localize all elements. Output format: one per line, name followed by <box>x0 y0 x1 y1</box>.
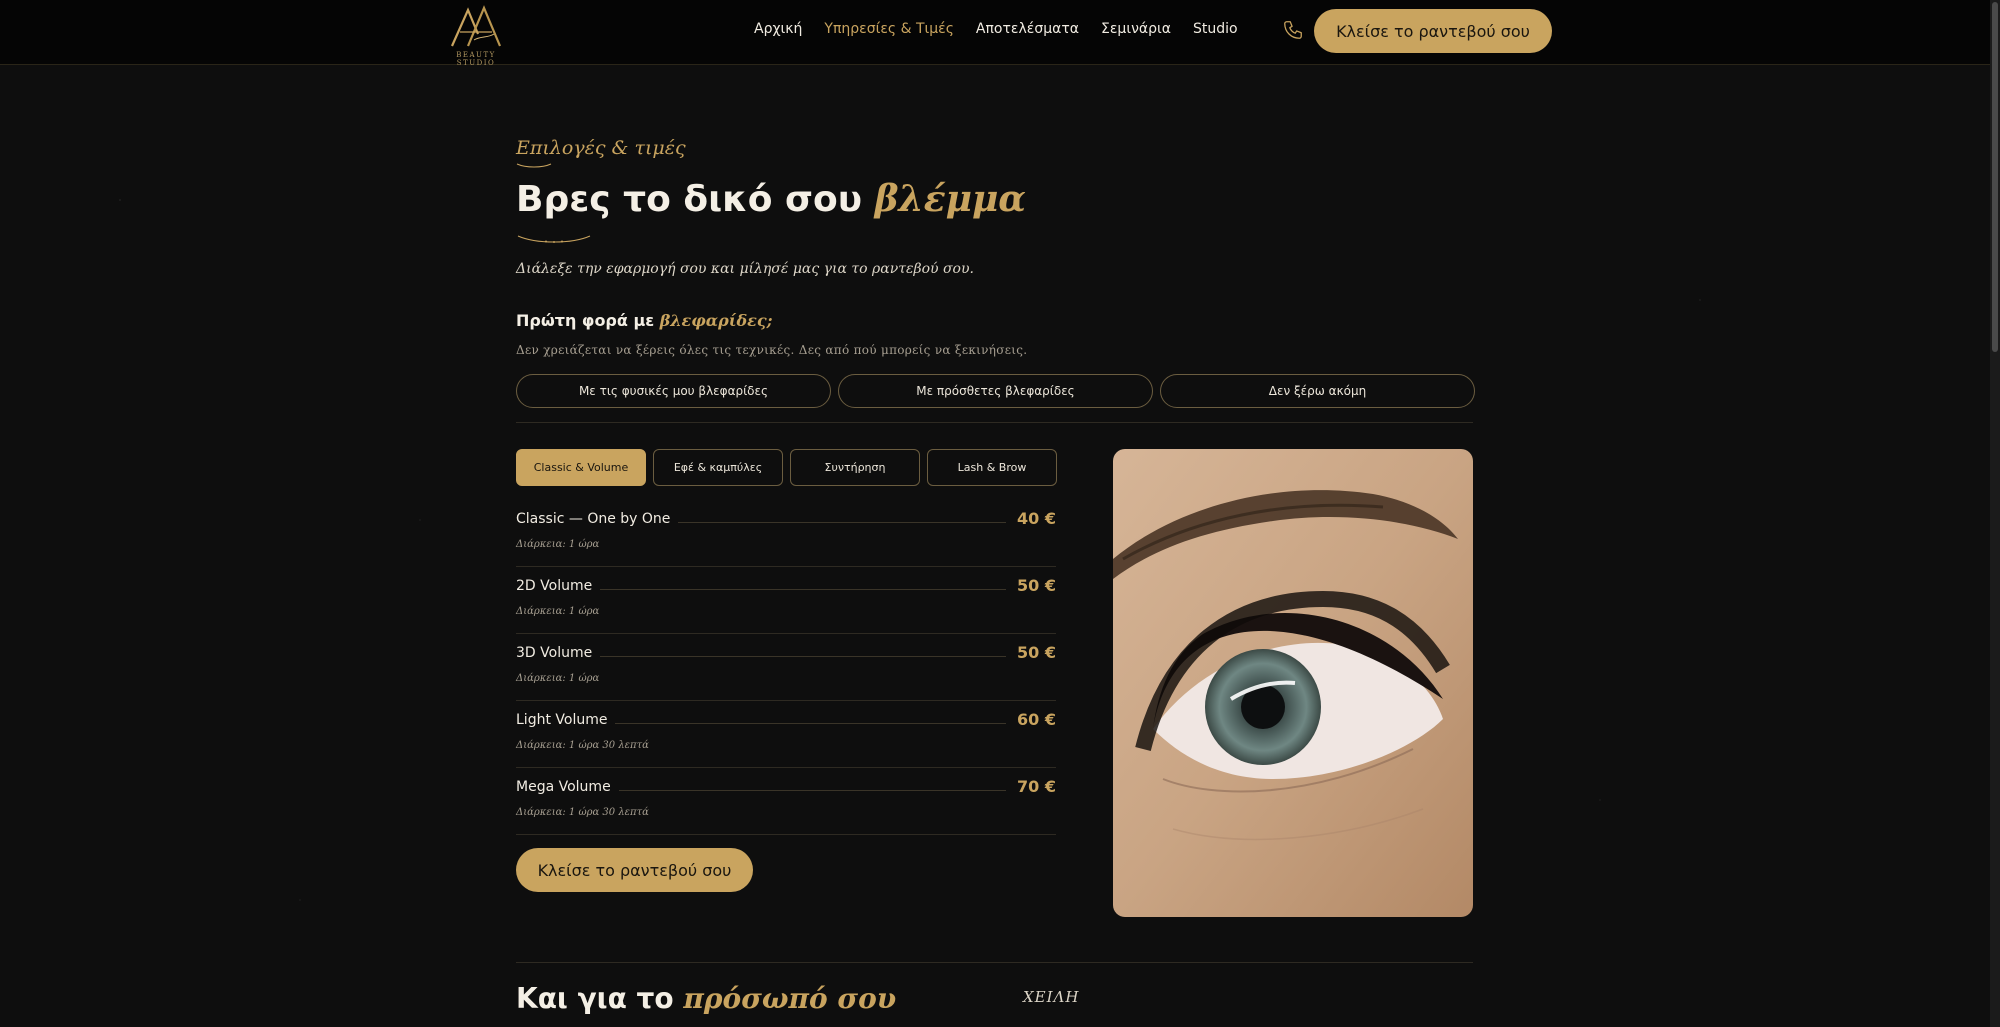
section-divider <box>516 962 1473 963</box>
service-duration: Διάρκεια: 1 ώρα <box>516 673 600 684</box>
nav-link-services-prices[interactable]: Υπηρεσίες & Τιμές <box>824 21 954 37</box>
option-natural-lashes[interactable]: Με τις φυσικές μου βλεφαρίδες <box>516 374 831 408</box>
nav-link-results[interactable]: Αποτελέσματα <box>976 21 1079 37</box>
service-price: 40 € <box>1009 509 1056 528</box>
top-navbar: BEAUTY STUDIO Αρχική Υπηρεσίες & Τιμές Α… <box>0 0 1990 67</box>
service-price: 70 € <box>1009 777 1056 796</box>
service-duration: Διάρκεια: 1 ώρα <box>516 539 600 550</box>
book-appointment-button[interactable]: Κλείσε το ραντεβού σου <box>516 848 753 892</box>
lips-category-label: ΧΕΙΛΗ <box>1023 988 1080 1006</box>
price-list: Classic — One by One 40 € Διάρκεια: 1 ώρ… <box>516 500 1056 835</box>
eye-closeup-image <box>1113 449 1473 917</box>
list-item: 2D Volume 50 € Διάρκεια: 1 ώρα <box>516 567 1056 634</box>
phone-icon[interactable] <box>1282 19 1304 41</box>
face-section-title: Και για το πρόσωπό σου <box>516 982 896 1015</box>
face-section-title-accent: πρόσωπό σου <box>683 982 897 1015</box>
service-name: Light Volume <box>516 712 616 728</box>
lash-extension-photo <box>1113 449 1473 917</box>
service-name: 3D Volume <box>516 645 601 661</box>
logo-monogram-icon <box>450 5 502 47</box>
tab-effects-curls[interactable]: Εφέ & καμπύλες <box>653 449 783 486</box>
face-section-title-main: Και για το <box>516 982 684 1015</box>
first-time-heading-main: Πρώτη φορά με <box>516 311 660 330</box>
list-item: Classic — One by One 40 € Διάρκεια: 1 ώρ… <box>516 500 1056 567</box>
section-eyebrow: Επιλογές & τιμές <box>516 137 686 159</box>
scrollbar-thumb[interactable] <box>1992 2 1998 352</box>
logo-subtitle: BEAUTY STUDIO <box>456 51 496 67</box>
eyebrow-underline-icon <box>516 163 552 168</box>
service-price: 50 € <box>1009 576 1056 595</box>
first-time-heading: Πρώτη φορά με βλεφαρίδες; <box>516 311 773 330</box>
title-ornament-icon <box>517 235 591 243</box>
page-title-accent: βλέμμα <box>874 178 1027 220</box>
service-duration: Διάρκεια: 1 ώρα 30 λεπτά <box>516 807 649 818</box>
first-time-options: Με τις φυσικές μου βλεφαρίδες Με πρόσθετ… <box>516 374 1475 408</box>
tab-lash-brow[interactable]: Lash & Brow <box>927 449 1057 486</box>
service-name: Classic — One by One <box>516 511 679 527</box>
tab-classic-volume[interactable]: Classic & Volume <box>516 449 646 486</box>
page-scrollbar[interactable] <box>1990 0 2000 1027</box>
nav-link-seminars[interactable]: Σεμινάρια <box>1101 21 1171 37</box>
service-tabs: Classic & Volume Εφέ & καμπύλες Συντήρησ… <box>516 449 1057 486</box>
list-item: Mega Volume 70 € Διάρκεια: 1 ώρα 30 λεπτ… <box>516 768 1056 835</box>
page-title-main: Βρες το δικό σου <box>516 179 875 220</box>
service-price: 60 € <box>1009 710 1056 729</box>
header-book-appointment-button[interactable]: Κλείσε το ραντεβού σου <box>1314 9 1552 53</box>
page-title: Βρες το δικό σου βλέμμα <box>516 178 1026 220</box>
list-item: Light Volume 60 € Διάρκεια: 1 ώρα 30 λεπ… <box>516 701 1056 768</box>
page-subtitle: Διάλεξε την εφαρμογή σου και μίλησέ μας … <box>516 261 974 277</box>
service-name: 2D Volume <box>516 578 601 594</box>
service-duration: Διάρκεια: 1 ώρα 30 λεπτά <box>516 740 649 751</box>
service-price: 50 € <box>1009 643 1056 662</box>
list-item: 3D Volume 50 € Διάρκεια: 1 ώρα <box>516 634 1056 701</box>
first-time-heading-accent: βλεφαρίδες; <box>659 311 773 330</box>
tab-maintenance[interactable]: Συντήρηση <box>790 449 920 486</box>
service-name: Mega Volume <box>516 779 619 795</box>
option-not-sure[interactable]: Δεν ξέρω ακόμη <box>1160 374 1475 408</box>
studio-logo[interactable]: BEAUTY STUDIO <box>438 4 514 67</box>
service-duration: Διάρκεια: 1 ώρα <box>516 606 600 617</box>
nav-link-studio[interactable]: Studio <box>1193 21 1238 37</box>
option-extensions[interactable]: Με πρόσθετες βλεφαρίδες <box>838 374 1153 408</box>
first-time-note: Δεν χρειάζεται να ξέρεις όλες τις τεχνικ… <box>516 343 1028 357</box>
main-nav: Αρχική Υπηρεσίες & Τιμές Αποτελέσματα Σε… <box>754 21 1238 37</box>
nav-link-home[interactable]: Αρχική <box>754 21 802 37</box>
section-divider <box>516 422 1473 423</box>
